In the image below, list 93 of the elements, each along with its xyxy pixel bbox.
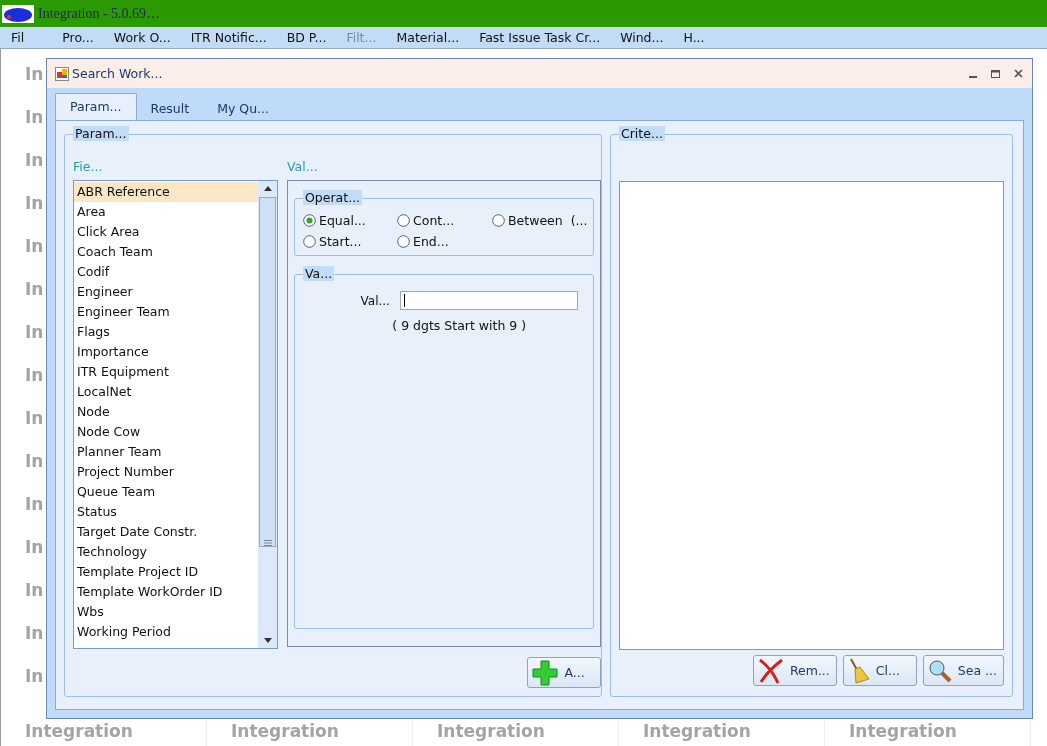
list-item[interactable]: Template WorkOrder ID — [74, 582, 258, 602]
list-item[interactable]: Engineer — [74, 282, 258, 302]
radio-icon[interactable] — [303, 235, 316, 248]
dialog-title: Search Work... — [72, 66, 163, 81]
list-item[interactable]: Node — [74, 402, 258, 422]
menu-item[interactable]: Work O... — [103, 30, 181, 45]
list-item[interactable]: ITR Equipment — [74, 362, 258, 382]
app-logo-icon — [2, 4, 34, 23]
radio-icon[interactable] — [397, 235, 410, 248]
clear-button[interactable]: Cl... — [842, 655, 917, 686]
group-title: Va... — [303, 266, 335, 281]
radio-icon[interactable] — [492, 214, 505, 227]
close-icon[interactable] — [1014, 69, 1023, 78]
radio-button[interactable]: Cont... — [397, 213, 492, 228]
grip-icon — [263, 540, 272, 546]
scroll-thumb[interactable] — [259, 197, 276, 547]
background-text: In — [25, 364, 44, 387]
field-label: Val... — [360, 293, 390, 308]
menu-item[interactable]: Fil — [0, 30, 35, 45]
values-label: Val... — [287, 159, 319, 175]
background-text: In — [25, 493, 44, 516]
scrollbar[interactable] — [258, 181, 277, 648]
tab[interactable]: My Qu... — [203, 97, 283, 120]
group-title: Crite... — [619, 126, 665, 141]
menu-item[interactable]: Fast Issue Task Cr... — [469, 30, 611, 45]
radio-button[interactable]: End... — [397, 234, 492, 249]
list-item[interactable]: Coach Team — [74, 242, 258, 262]
radio-icon[interactable] — [397, 214, 410, 227]
background-text: In — [25, 579, 44, 602]
list-item[interactable]: Node Cow — [74, 422, 258, 442]
group-title: Operat... — [303, 190, 363, 205]
form-icon — [55, 66, 69, 81]
list-item[interactable]: Flags — [74, 322, 258, 342]
list-item[interactable]: Wbs — [74, 602, 258, 622]
background-text: In — [25, 407, 44, 430]
list-item[interactable]: Importance — [74, 342, 258, 362]
add-button[interactable]: A... — [527, 657, 602, 688]
background-text: In — [25, 192, 44, 215]
background-text: Integration — [437, 721, 545, 741]
background-text: Integration — [25, 721, 133, 741]
background-text: In — [25, 278, 44, 301]
radio-button[interactable]: Equal... — [303, 213, 397, 228]
window-title: Integration - 5.0.69… — [38, 5, 161, 22]
plus-icon — [532, 659, 559, 686]
background-text: In — [25, 321, 44, 344]
menu-item[interactable]: Pro... — [52, 30, 104, 45]
background-text: In — [25, 63, 44, 86]
hint-text: ( 9 dgts Start with 9 ) — [392, 318, 527, 333]
list-item[interactable]: Status — [74, 502, 258, 522]
background-text: In — [25, 149, 44, 172]
list-item[interactable]: Project Number — [74, 462, 258, 482]
menu-item[interactable]: H... — [673, 30, 715, 45]
list-item[interactable]: LocalNet — [74, 382, 258, 402]
menu-item[interactable]: BD P... — [276, 30, 337, 45]
list-item[interactable]: Area — [74, 202, 258, 222]
scroll-down-icon[interactable] — [263, 638, 272, 643]
maximize-icon[interactable] — [991, 69, 1000, 78]
search-icon — [927, 658, 952, 683]
group-title: Param... — [73, 126, 129, 141]
background-text: In — [25, 536, 44, 559]
background-text: Integration — [849, 721, 957, 741]
background-text: In — [25, 106, 44, 129]
radio-icon[interactable] — [303, 214, 316, 227]
scroll-up-icon[interactable] — [263, 186, 272, 191]
list-item[interactable]: Codif — [74, 262, 258, 282]
list-item[interactable]: Engineer Team — [74, 302, 258, 322]
list-item[interactable]: Queue Team — [74, 482, 258, 502]
broom-icon — [847, 657, 870, 684]
menu-item[interactable]: ITR Notific... — [180, 30, 277, 45]
menu-item[interactable]: Wind... — [610, 30, 674, 45]
radio-button[interactable]: Between (... — [492, 213, 588, 228]
cross-icon — [757, 657, 784, 684]
background-text: Integration — [231, 721, 339, 741]
list-item[interactable]: Target Date Constr. — [74, 522, 258, 542]
tab[interactable]: Result — [136, 97, 204, 120]
list-item[interactable]: Working Period — [74, 622, 258, 642]
list-item[interactable]: Technology — [74, 542, 258, 562]
tab[interactable]: Param... — [55, 93, 137, 120]
background-text: In — [25, 450, 44, 473]
background-text: In — [25, 622, 44, 645]
search-button[interactable]: Sea ... — [922, 655, 1004, 686]
list-item[interactable]: Click Area — [74, 222, 258, 242]
list-item[interactable]: ABR Reference — [74, 182, 258, 202]
radio-button[interactable]: Start... — [303, 234, 397, 249]
background-text: Integration — [643, 721, 751, 741]
fields-label: Fie... — [73, 159, 104, 175]
background-text: In — [25, 665, 44, 688]
remove-button[interactable]: Rem... — [752, 655, 837, 686]
value-input-field[interactable] — [399, 291, 578, 310]
list-item[interactable]: Planner Team — [74, 442, 258, 462]
list-item[interactable]: Template Project ID — [74, 562, 258, 582]
menu-item[interactable]: Material... — [386, 30, 470, 45]
background-text: In — [25, 235, 44, 258]
